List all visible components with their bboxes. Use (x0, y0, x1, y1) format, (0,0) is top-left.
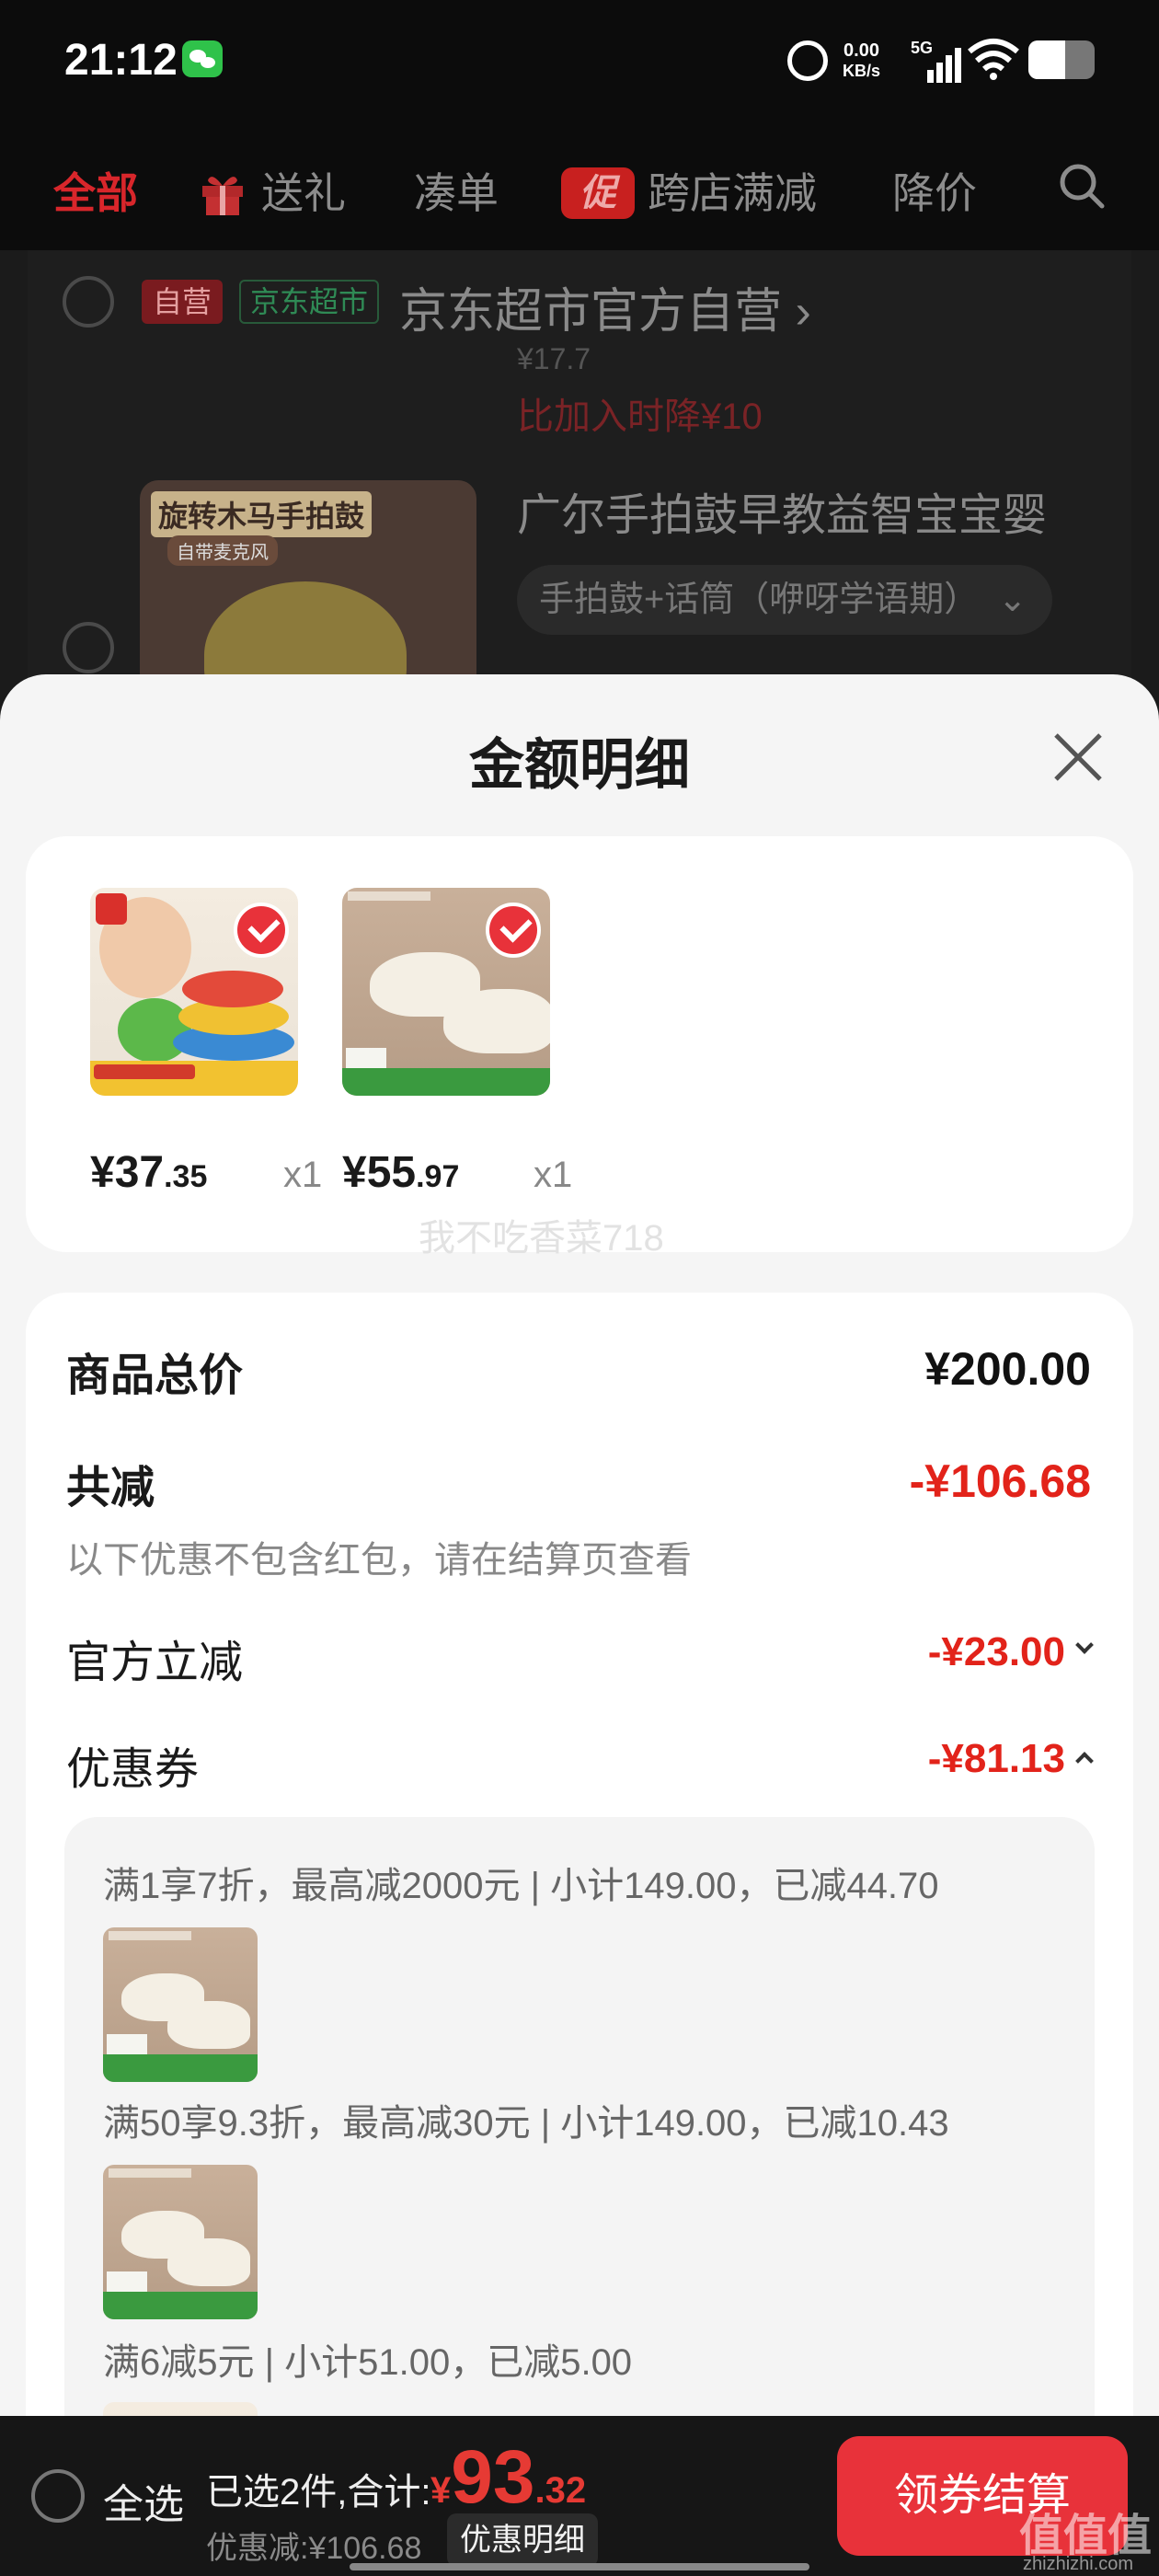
checkout-total: ¥93.32 (430, 2434, 586, 2521)
coupon-label: 优惠券 (66, 1745, 200, 1794)
shoe-image (103, 2165, 258, 2319)
goods-price-int: ¥55 (342, 1148, 417, 1197)
coupon-value: -¥81.13 (927, 1736, 1065, 1781)
tab-gift[interactable]: 送礼 (199, 160, 346, 221)
total-currency: ¥ (430, 2470, 452, 2511)
store-arrow-icon: › (795, 285, 811, 339)
chevron-up-icon (1075, 1752, 1094, 1771)
net-speed: 0.00 KB/s (843, 40, 880, 81)
price-breakdown-card: 商品总价 ¥200.00 共减 -¥106.68 以下优惠不包含红包，请在结算页… (26, 1293, 1133, 2576)
official-discount-value: -¥23.00 (927, 1629, 1065, 1674)
sheet-title: 金额明细 (469, 734, 690, 796)
item-price-faded: ¥17.7 (517, 342, 591, 375)
tab-bundle[interactable]: 凑单 (414, 160, 499, 221)
close-icon[interactable] (1049, 728, 1107, 787)
checked-icon (486, 903, 541, 958)
net-speed-value: 0.00 (843, 40, 879, 61)
checkout-discount: 优惠减:¥106.68 (206, 2531, 422, 2566)
coupon-rule: 满50享9.3折，最高减30元 | 小计149.00，已减10.43 (103, 2103, 949, 2144)
shoe-image (342, 888, 550, 1096)
checkout-bar: 全选 已选2件,合计: ¥93.32 优惠减:¥106.68 优惠明细 领券结算 (0, 2416, 1159, 2576)
net-speed-unit: KB/s (843, 62, 881, 80)
signal-icon: 5G (911, 39, 961, 83)
product-thumbnail[interactable]: 旋转木马手拍鼓 自带麦克风 (140, 480, 476, 692)
self-operated-badge: 自营 (142, 280, 224, 324)
tab-cross-store[interactable]: 促跨店满减 (561, 160, 817, 223)
gift-icon (202, 176, 243, 215)
battery-icon (1028, 40, 1095, 79)
price-detail-sheet: 金额明细 ¥37.35 x1 ¥55.97 x1 我不吃香菜718 商品总价 ¥… (0, 674, 1159, 2576)
tab-price-drop-label: 降价 (892, 169, 977, 217)
goods-price-int: ¥37 (90, 1148, 165, 1197)
total-price-label: 商品总价 (66, 1351, 244, 1400)
store-name-text: 京东超市官方自营 (399, 285, 783, 339)
discount-detail-button[interactable]: 优惠明细 (447, 2513, 598, 2567)
selected-goods-card: ¥37.35 x1 ¥55.97 x1 (26, 836, 1133, 1252)
promo-icon: 促 (561, 167, 635, 219)
toy-image (90, 888, 298, 1096)
total-dec: .32 (534, 2470, 587, 2511)
cart-list-background: 自营 京东超市 京东超市官方自营 › ¥17.7 比加入时降¥10 旋转木马手拍… (28, 250, 1131, 692)
goods-price: ¥37.35 (90, 1147, 207, 1198)
coupon-rule: 满1享7折，最高减2000元 | 小计149.00，已减44.70 (103, 1866, 939, 1906)
price-drop-note: 比加入时降¥10 (517, 397, 763, 437)
wechat-icon (182, 40, 223, 77)
selected-summary: 已选2件,合计: (206, 2472, 431, 2513)
total-int: 93 (451, 2435, 535, 2519)
tab-gift-label: 送礼 (261, 169, 346, 217)
official-discount-row[interactable]: -¥23.00 (927, 1629, 1094, 1675)
brand-logo-icon (96, 893, 127, 925)
tab-cross-store-label: 跨店满减 (648, 169, 817, 217)
total-reduce-label: 共减 (66, 1464, 155, 1512)
item-select-radio[interactable] (63, 622, 114, 673)
select-all-radio[interactable] (31, 2469, 85, 2523)
goods-qty: x1 (283, 1155, 323, 1195)
status-bar: 21:12 0.00 KB/s 5G (0, 0, 1159, 121)
tab-bundle-label: 凑单 (414, 169, 499, 217)
thumbnail-sub-label: 自带麦克风 (167, 535, 278, 566)
reduce-note: 以下优惠不包含红包，请在结算页查看 (66, 1540, 692, 1581)
user-watermark: 我不吃香菜718 (419, 1218, 664, 1259)
total-price-value: ¥200.00 (924, 1343, 1091, 1395)
chevron-down-icon: ⌄ (997, 581, 1027, 619)
goods-price-dec: .35 (164, 1159, 208, 1194)
thumbnail-label: 旋转木马手拍鼓 (151, 491, 373, 537)
site-watermark-url: zhizhizhi.com (1023, 2554, 1134, 2574)
alarm-icon (787, 40, 828, 81)
checked-icon (234, 903, 289, 958)
tab-all-label: 全部 (53, 169, 138, 217)
cart-filter-tabs: 全部 送礼 凑单 促跨店满减 降价 (0, 121, 1159, 250)
store-select-radio[interactable] (63, 276, 114, 328)
official-discount-label: 官方立减 (66, 1639, 244, 1687)
tab-all[interactable]: 全部 (53, 160, 138, 221)
goods-qty: x1 (534, 1155, 573, 1195)
product-title[interactable]: 广尔手拍鼓早教益智宝宝婴 (517, 478, 1047, 543)
shoe-image (103, 1927, 258, 2082)
tab-price-drop[interactable]: 降价 (892, 160, 977, 221)
total-reduce-value: -¥106.68 (909, 1455, 1091, 1507)
chevron-down-icon (1075, 1636, 1094, 1655)
clock: 21:12 (64, 36, 178, 85)
coupon-rule: 满6减5元 | 小计51.00，已减5.00 (103, 2342, 633, 2383)
goods-price-dec: .97 (416, 1159, 460, 1194)
network-type: 5G (911, 39, 934, 57)
store-name[interactable]: 京东超市官方自营 › (399, 272, 811, 341)
product-spec-text: 手拍鼓+话筒（咿呀学语期） (539, 581, 980, 619)
goods-price: ¥55.97 (342, 1147, 459, 1198)
wifi-icon (968, 39, 1019, 80)
search-icon[interactable] (1058, 162, 1106, 210)
select-all-label[interactable]: 全选 (103, 2471, 184, 2530)
jd-supermarket-badge: 京东超市 (239, 280, 380, 324)
product-spec-selector[interactable]: 手拍鼓+话筒（咿呀学语期） ⌄ (517, 565, 1052, 635)
home-indicator[interactable] (350, 2563, 809, 2570)
coupon-row[interactable]: -¥81.13 (927, 1736, 1094, 1782)
